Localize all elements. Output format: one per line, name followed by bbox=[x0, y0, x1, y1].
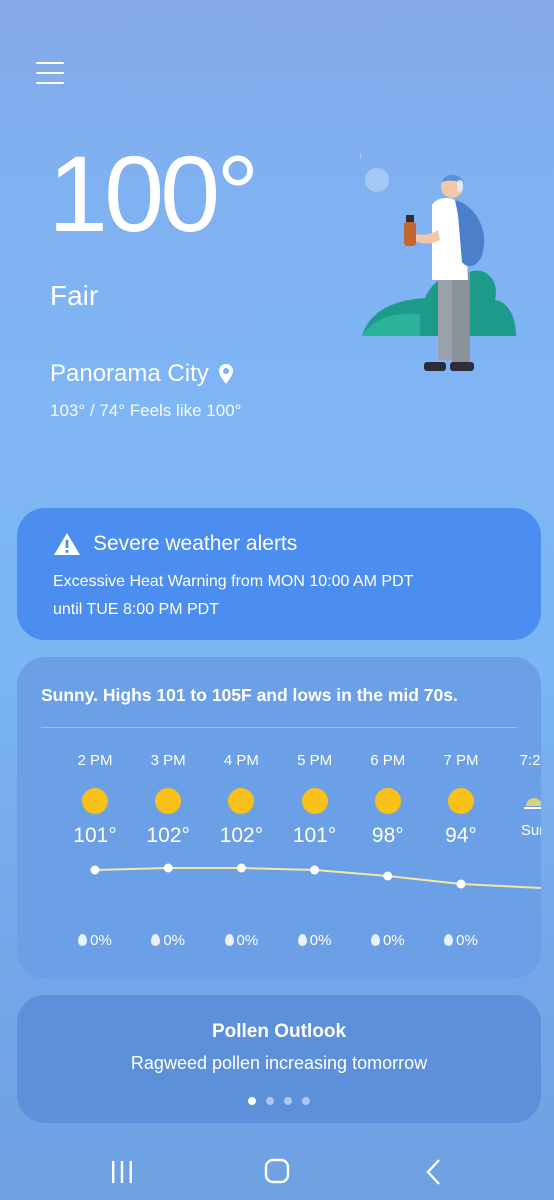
trend-point bbox=[456, 879, 466, 889]
raindrop-icon bbox=[151, 934, 161, 946]
home-icon[interactable] bbox=[257, 1158, 297, 1186]
hour-temperature: 101° bbox=[292, 824, 337, 847]
page-indicator bbox=[17, 1097, 541, 1105]
hourly-item[interactable]: 6 PM 98° 0% bbox=[353, 752, 423, 949]
hourly-item[interactable]: 3 PM 102° 0% bbox=[133, 752, 203, 949]
hour-temperature: Sun bbox=[520, 822, 541, 839]
raindrop-icon bbox=[78, 934, 88, 946]
forecast-summary: Sunny. Highs 101 to 105F and lows in the… bbox=[41, 685, 458, 705]
pollen-outlook-card[interactable]: Pollen Outlook Ragweed pollen increasing… bbox=[17, 995, 541, 1123]
page-dot bbox=[266, 1097, 274, 1105]
hour-time: 7 PM bbox=[443, 752, 479, 769]
back-icon[interactable] bbox=[414, 1158, 454, 1186]
trend-point bbox=[310, 865, 320, 875]
hourly-item[interactable]: 2 PM 101° 0% bbox=[60, 752, 130, 949]
hourly-item[interactable]: 5 PM 101° 0% bbox=[280, 752, 350, 949]
hour-temperature: 101° bbox=[73, 824, 117, 847]
hour-temperature: 102° bbox=[219, 824, 264, 847]
hour-time: 4 PM bbox=[223, 752, 259, 769]
pollen-title: Pollen Outlook bbox=[211, 1021, 347, 1042]
sun-icon bbox=[448, 788, 474, 814]
hamburger-menu-icon[interactable] bbox=[36, 62, 64, 88]
hour-temperature: 94° bbox=[445, 824, 477, 847]
location-name: Panorama City bbox=[50, 360, 209, 387]
hour-time: 6 PM bbox=[370, 752, 406, 769]
trend-point bbox=[236, 863, 246, 873]
trend-point bbox=[90, 865, 100, 875]
sun-icon bbox=[301, 788, 328, 814]
hourly-forecast-card[interactable]: Sunny. Highs 101 to 105F and lows in the… bbox=[17, 657, 541, 979]
precipitation-chance: 0% bbox=[133, 932, 203, 949]
hour-time: 5 PM bbox=[297, 752, 333, 769]
trend-point bbox=[383, 871, 393, 881]
hour-time: 2 PM bbox=[77, 752, 113, 769]
sun-icon bbox=[155, 788, 182, 814]
sun-icon bbox=[374, 788, 401, 814]
precipitation-chance: 0% bbox=[206, 932, 276, 949]
hourly-item[interactable]: 4 PM 102° 0% bbox=[206, 752, 276, 949]
hour-time: 7:26 bbox=[519, 752, 541, 769]
precipitation-chance: 0% bbox=[426, 932, 496, 949]
hi-lo-feels-like: 103° / 74° Feels like 100° bbox=[50, 401, 242, 420]
hourly-item[interactable]: 7 PM 94° 0% bbox=[426, 752, 496, 949]
page-dot bbox=[248, 1097, 256, 1105]
weather-illustration bbox=[360, 152, 516, 371]
current-condition: Fair bbox=[50, 280, 99, 311]
hour-temperature: 98° bbox=[371, 824, 404, 847]
hour-temperature: 102° bbox=[146, 824, 190, 847]
severe-weather-alert-card[interactable]: Severe weather alerts Excessive Heat War… bbox=[17, 508, 541, 640]
sun-icon bbox=[228, 788, 255, 814]
page-dot bbox=[302, 1097, 310, 1105]
raindrop-icon bbox=[224, 934, 234, 946]
hourly-item[interactable]: 7:26 Sun bbox=[499, 752, 541, 839]
current-temperature: 100° bbox=[48, 133, 259, 254]
precipitation-chance: 0% bbox=[353, 932, 423, 949]
divider bbox=[41, 727, 517, 728]
alert-title: Severe weather alerts bbox=[93, 532, 298, 555]
raindrop-icon bbox=[444, 934, 454, 946]
sun-icon bbox=[82, 788, 108, 814]
location[interactable]: Panorama City bbox=[50, 360, 235, 388]
alert-text: Excessive Heat Warning from MON 10:00 AM… bbox=[53, 573, 414, 618]
hour-time: 3 PM bbox=[150, 752, 186, 769]
raindrop-icon bbox=[297, 934, 307, 946]
sunset-icon bbox=[524, 798, 541, 809]
precipitation-chance: 0% bbox=[280, 932, 350, 949]
recents-icon[interactable] bbox=[102, 1158, 142, 1186]
raindrop-icon bbox=[370, 934, 380, 946]
trend-point bbox=[163, 863, 173, 873]
pollen-text: Ragweed pollen increasing tomorrow bbox=[130, 1053, 428, 1073]
precipitation-chance: 0% bbox=[60, 932, 130, 949]
hourly-forecast-list[interactable]: 2 PM 101° 0% 3 PM 102° 0% 4 PM 102° 0% 5 PM 101° 0%… bbox=[17, 752, 541, 952]
page-dot bbox=[284, 1097, 292, 1105]
location-pin-icon bbox=[218, 364, 233, 384]
warning-icon bbox=[54, 533, 80, 555]
system-navigation-bar bbox=[0, 1144, 554, 1200]
